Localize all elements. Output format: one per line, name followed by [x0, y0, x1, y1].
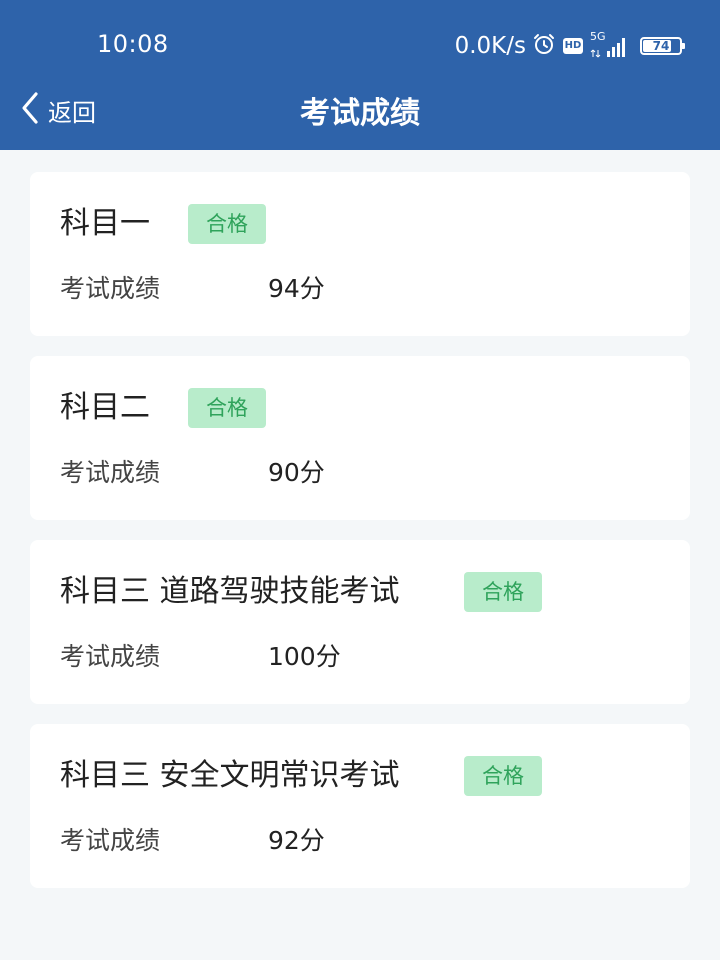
subject-name: 科目三 道路驾驶技能考试: [60, 574, 400, 609]
status-badge: 合格: [188, 388, 266, 428]
status-badge: 合格: [464, 572, 542, 612]
result-card-subject-2[interactable]: 科目二 合格 考试成绩 90分: [30, 356, 690, 520]
result-card-subject-3-driving[interactable]: 科目三 道路驾驶技能考试 合格 考试成绩 100分: [30, 540, 690, 704]
score-value: 100分: [268, 642, 341, 671]
score-value: 94分: [268, 274, 325, 303]
net-speed: 0.0K/s: [454, 33, 526, 59]
score-value: 92分: [268, 826, 325, 855]
subject-name: 科目三 安全文明常识考试: [60, 758, 400, 793]
subject-name: 科目一: [60, 206, 150, 241]
hd-icon: HD: [563, 38, 583, 54]
status-time: 10:08: [97, 30, 169, 58]
score-value: 90分: [268, 458, 325, 487]
result-card-subject-1[interactable]: 科目一 合格 考试成绩 94分: [30, 172, 690, 336]
battery-percent: 74: [652, 39, 670, 53]
status-badge: 合格: [188, 204, 266, 244]
score-label: 考试成绩: [60, 642, 161, 671]
score-label: 考试成绩: [60, 274, 161, 303]
status-badge: 合格: [464, 756, 542, 796]
score-label: 考试成绩: [60, 826, 161, 855]
result-card-subject-3-safety[interactable]: 科目三 安全文明常识考试 合格 考试成绩 92分: [30, 724, 690, 888]
signal-icon: 5G: [590, 30, 630, 59]
battery-cap: [682, 43, 685, 49]
page-title: 考试成绩: [300, 96, 420, 131]
subject-name: 科目二: [60, 390, 150, 425]
alarm-icon: [532, 32, 556, 60]
score-label: 考试成绩: [60, 458, 161, 487]
app-header: 10:08 0.0K/s HD 5G 74 返回 考试成绩: [0, 0, 720, 150]
status-bar-right: 0.0K/s HD 5G 74: [454, 30, 685, 62]
battery-icon: 74: [640, 37, 685, 55]
